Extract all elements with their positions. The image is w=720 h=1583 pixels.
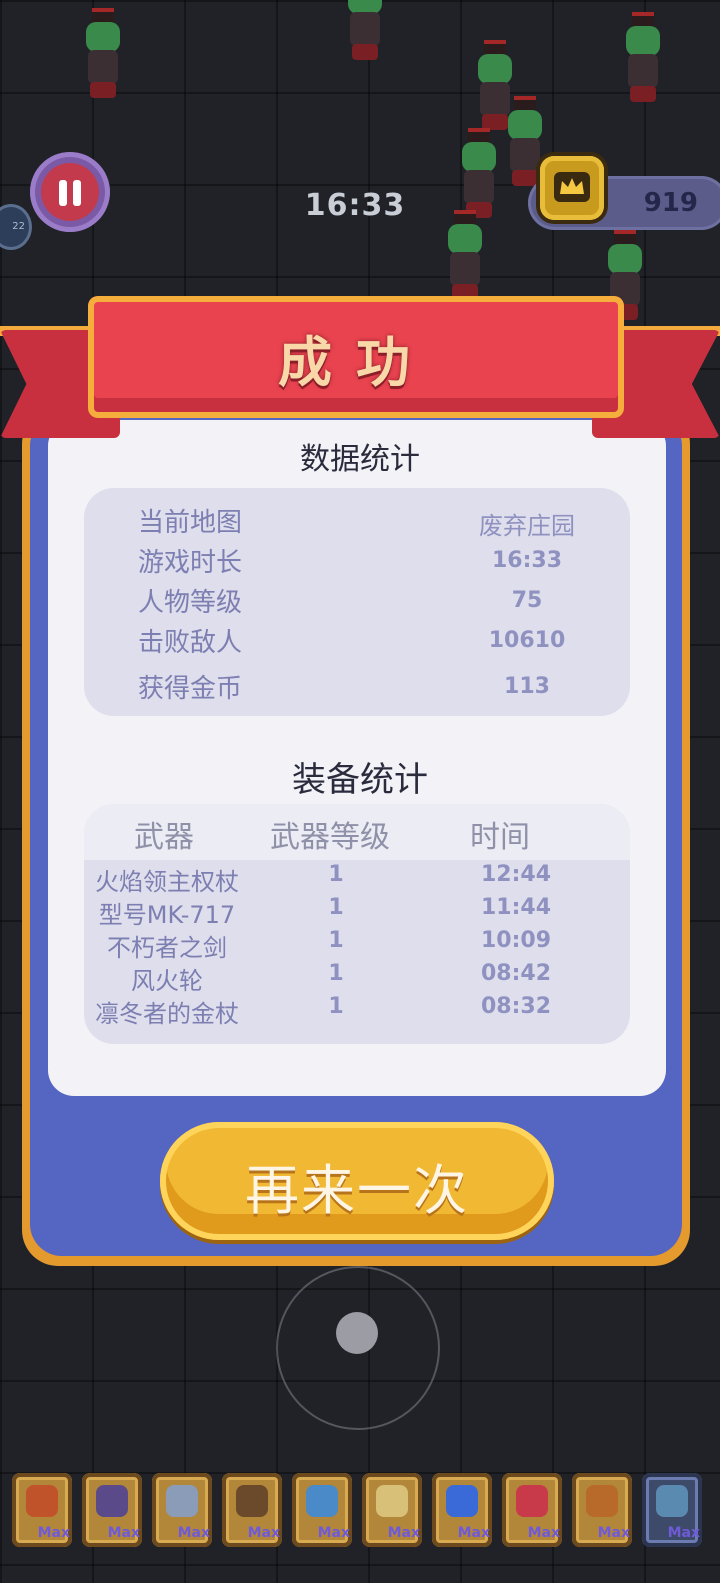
equip-row: 凛冬者的金杖 1 08:32 bbox=[84, 994, 630, 1028]
slot-max-label: Max bbox=[107, 1525, 140, 1541]
stat-label: 击败敌人 bbox=[138, 628, 243, 658]
equip-level: 1 bbox=[328, 928, 344, 953]
inventory-slot: Max bbox=[292, 1473, 352, 1547]
blue-mace-icon bbox=[446, 1485, 478, 1517]
equip-level: 1 bbox=[328, 862, 344, 887]
spiked-shield-icon bbox=[236, 1485, 268, 1517]
armor-icon bbox=[586, 1485, 618, 1517]
equip-title: 装备统计 bbox=[292, 760, 428, 800]
game-timer: 16:33 bbox=[304, 188, 406, 223]
pause-icon bbox=[41, 163, 99, 221]
crown-coin-icon bbox=[540, 156, 604, 220]
equip-row: 火焰领主权杖 1 12:44 bbox=[84, 862, 630, 896]
inventory-slot: Max bbox=[222, 1473, 282, 1547]
scroll-icon bbox=[376, 1485, 408, 1517]
pause-button[interactable] bbox=[30, 152, 110, 232]
stat-value: 113 bbox=[504, 674, 550, 699]
equip-time: 08:32 bbox=[480, 994, 552, 1019]
slot-max-label: Max bbox=[317, 1525, 350, 1541]
slot-max-label: Max bbox=[177, 1525, 210, 1541]
joystick-knob[interactable] bbox=[336, 1312, 378, 1354]
stat-value: 废弃庄园 bbox=[479, 512, 575, 540]
flame-scepter-icon bbox=[26, 1485, 58, 1517]
stat-label: 获得金币 bbox=[138, 674, 243, 704]
slot-max-label: Max bbox=[247, 1525, 280, 1541]
equip-name: 凛冬者的金杖 bbox=[95, 1000, 239, 1028]
blaster-gun-icon bbox=[96, 1485, 128, 1517]
retry-button[interactable]: 再来一次 bbox=[160, 1122, 554, 1240]
equip-level: 1 bbox=[328, 994, 344, 1019]
virtual-joystick[interactable] bbox=[276, 1266, 440, 1430]
inventory-slot: Max bbox=[152, 1473, 212, 1547]
slot-max-label: Max bbox=[597, 1525, 630, 1541]
column-header-level: 武器等级 bbox=[270, 820, 390, 855]
sword-icon bbox=[166, 1485, 198, 1517]
equip-row: 不朽者之剑 1 10:09 bbox=[84, 928, 630, 962]
slot-max-label: Max bbox=[457, 1525, 490, 1541]
boots-icon bbox=[656, 1485, 688, 1517]
slot-max-label: Max bbox=[387, 1525, 420, 1541]
column-header-weapon: 武器 bbox=[134, 820, 194, 855]
stat-value: 10610 bbox=[488, 628, 566, 653]
fire-wheel-icon bbox=[516, 1485, 548, 1517]
equip-row: 风火轮 1 08:42 bbox=[84, 961, 630, 995]
stat-value: 16:33 bbox=[491, 548, 563, 573]
slot-max-label: Max bbox=[667, 1525, 700, 1541]
column-header-time: 时间 bbox=[470, 820, 530, 855]
stat-label: 当前地图 bbox=[138, 508, 243, 538]
equip-time: 10:09 bbox=[480, 928, 552, 953]
stat-label: 人物等级 bbox=[138, 588, 243, 618]
equip-name: 风火轮 bbox=[131, 967, 203, 995]
dialog-title: 成功 bbox=[278, 331, 434, 394]
inventory-slot: Max bbox=[362, 1473, 422, 1547]
equip-level: 1 bbox=[328, 961, 344, 986]
inventory-slot: Max bbox=[432, 1473, 492, 1547]
equip-time: 12:44 bbox=[480, 862, 552, 887]
stats-title: 数据统计 bbox=[300, 442, 420, 477]
equip-time: 11:44 bbox=[480, 895, 552, 920]
stat-label: 游戏时长 bbox=[138, 548, 243, 578]
equip-name: 型号MK-717 bbox=[98, 901, 236, 929]
coin-count: 919 bbox=[643, 188, 698, 218]
ice-staff-icon bbox=[306, 1485, 338, 1517]
retry-button-label: 再来一次 bbox=[245, 1159, 469, 1222]
equip-row: 型号MK-717 1 11:44 bbox=[84, 895, 630, 929]
equip-time: 08:42 bbox=[480, 961, 552, 986]
inventory-slot: Max bbox=[642, 1473, 702, 1547]
inventory-slot: Max bbox=[12, 1473, 72, 1547]
slot-max-label: Max bbox=[37, 1525, 70, 1541]
inventory-slot: Max bbox=[82, 1473, 142, 1547]
slot-max-label: Max bbox=[527, 1525, 560, 1541]
equip-name: 不朽者之剑 bbox=[107, 934, 227, 962]
stat-value: 75 bbox=[511, 588, 543, 613]
equip-level: 1 bbox=[328, 895, 344, 920]
equip-name: 火焰领主权杖 bbox=[95, 868, 239, 896]
inventory-slot: Max bbox=[502, 1473, 562, 1547]
inventory-slot: Max bbox=[572, 1473, 632, 1547]
